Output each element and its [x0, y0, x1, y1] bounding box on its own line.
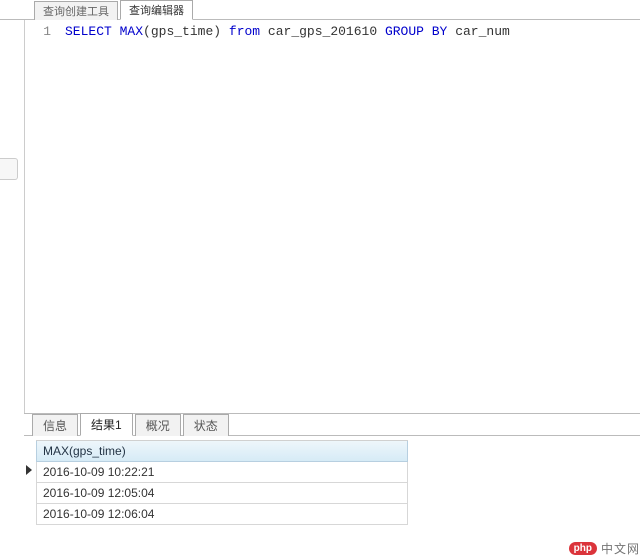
- table-row[interactable]: 2016-10-09 12:06:04: [36, 504, 408, 525]
- paren-close: ): [213, 24, 221, 39]
- results-panel: 信息 结果1 概况 状态 MAX(gps_time) 2016-10-09 10…: [24, 413, 640, 525]
- results-tab-bar: 信息 结果1 概况 状态: [24, 414, 640, 436]
- paren-open: (: [143, 24, 151, 39]
- table-name: car_gps_201610: [268, 24, 377, 39]
- result-grid[interactable]: MAX(gps_time) 2016-10-09 10:22:21 2016-1…: [36, 440, 408, 525]
- tab-result1[interactable]: 结果1: [80, 413, 133, 436]
- watermark: php 中文网: [569, 540, 640, 557]
- tab-profile[interactable]: 概况: [135, 414, 181, 436]
- tab-info[interactable]: 信息: [32, 414, 78, 436]
- left-panel-collapse-handle[interactable]: [0, 158, 18, 180]
- col-car-num: car_num: [455, 24, 510, 39]
- sql-code[interactable]: SELECT MAX(gps_time) from car_gps_201610…: [59, 20, 510, 413]
- tab-query-builder[interactable]: 查询创建工具: [34, 1, 118, 20]
- table-row[interactable]: 2016-10-09 10:22:21: [36, 462, 408, 483]
- kw-select: SELECT: [65, 24, 112, 39]
- column-header[interactable]: MAX(gps_time): [36, 441, 408, 462]
- line-number: 1: [25, 24, 51, 39]
- cell-value: 2016-10-09 12:06:04: [43, 507, 154, 521]
- watermark-badge: php: [569, 542, 597, 555]
- watermark-text: 中文网: [601, 540, 640, 557]
- kw-from: from: [229, 24, 260, 39]
- cell-value: 2016-10-09 12:05:04: [43, 486, 154, 500]
- col-gps-time: gps_time: [151, 24, 213, 39]
- tab-status[interactable]: 状态: [183, 414, 229, 436]
- kw-max: MAX: [120, 24, 143, 39]
- sql-editor[interactable]: 1 SELECT MAX(gps_time) from car_gps_2016…: [24, 20, 640, 413]
- tab-query-editor[interactable]: 查询编辑器: [120, 0, 193, 20]
- kw-group-by: GROUP BY: [385, 24, 447, 39]
- row-cursor-icon: [26, 465, 32, 475]
- line-gutter: 1: [25, 20, 59, 413]
- table-row[interactable]: 2016-10-09 12:05:04: [36, 483, 408, 504]
- cell-value: 2016-10-09 10:22:21: [43, 465, 154, 479]
- editor-tab-bar: 查询创建工具 查询编辑器: [0, 0, 640, 20]
